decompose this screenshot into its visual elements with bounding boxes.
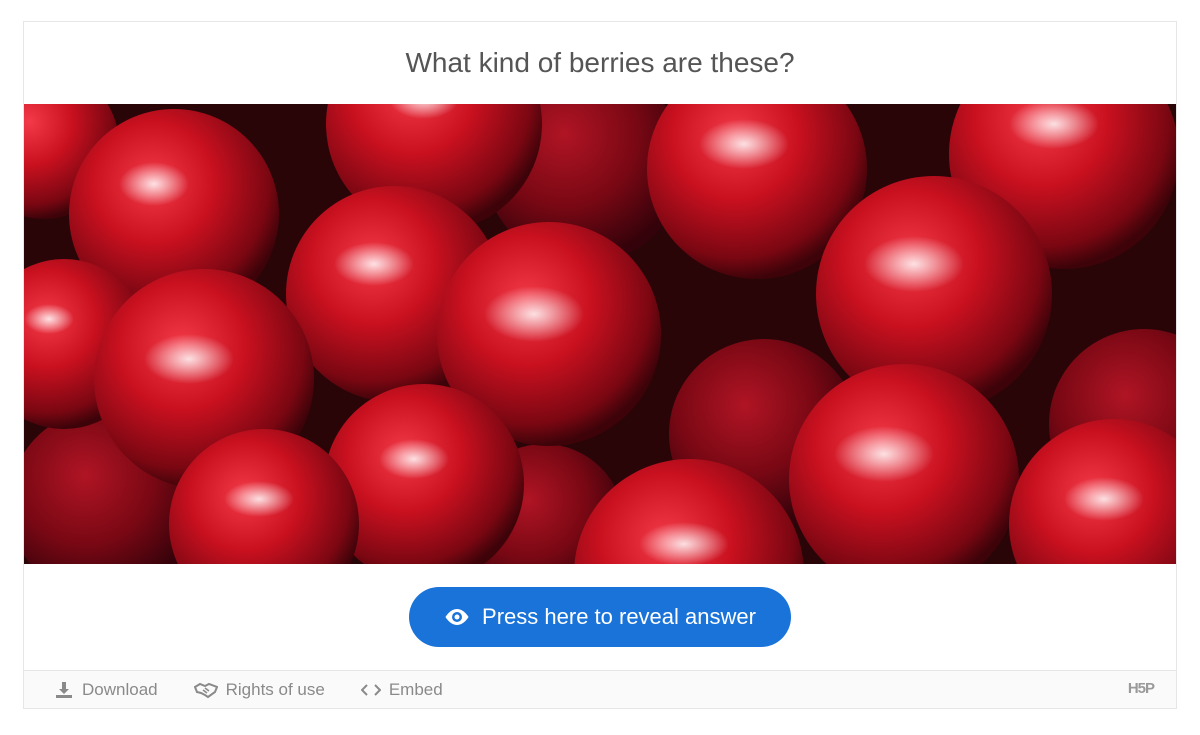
eye-icon	[444, 608, 470, 626]
embed-label: Embed	[388, 679, 443, 699]
h5p-actions-bar: Download Rights of use Embed H5P	[24, 670, 1176, 708]
rights-of-use-link[interactable]: Rights of use	[193, 679, 325, 700]
code-icon	[360, 683, 381, 697]
rights-of-use-label: Rights of use	[225, 679, 325, 699]
reveal-answer-label: Press here to reveal answer	[482, 604, 756, 629]
download-icon	[54, 681, 74, 699]
embed-link[interactable]: Embed	[360, 679, 443, 700]
reveal-answer-button[interactable]: Press here to reveal answer	[409, 587, 791, 647]
h5p-content-card: What kind of berries are these? Press he…	[23, 21, 1177, 709]
handshake-icon	[193, 681, 218, 699]
download-link[interactable]: Download	[54, 680, 158, 700]
h5p-logo[interactable]: H5P	[1128, 680, 1155, 697]
cherries-photo	[24, 104, 1176, 564]
download-label: Download	[82, 679, 158, 699]
question-title: What kind of berries are these?	[405, 47, 795, 78]
question-image	[24, 104, 1176, 564]
